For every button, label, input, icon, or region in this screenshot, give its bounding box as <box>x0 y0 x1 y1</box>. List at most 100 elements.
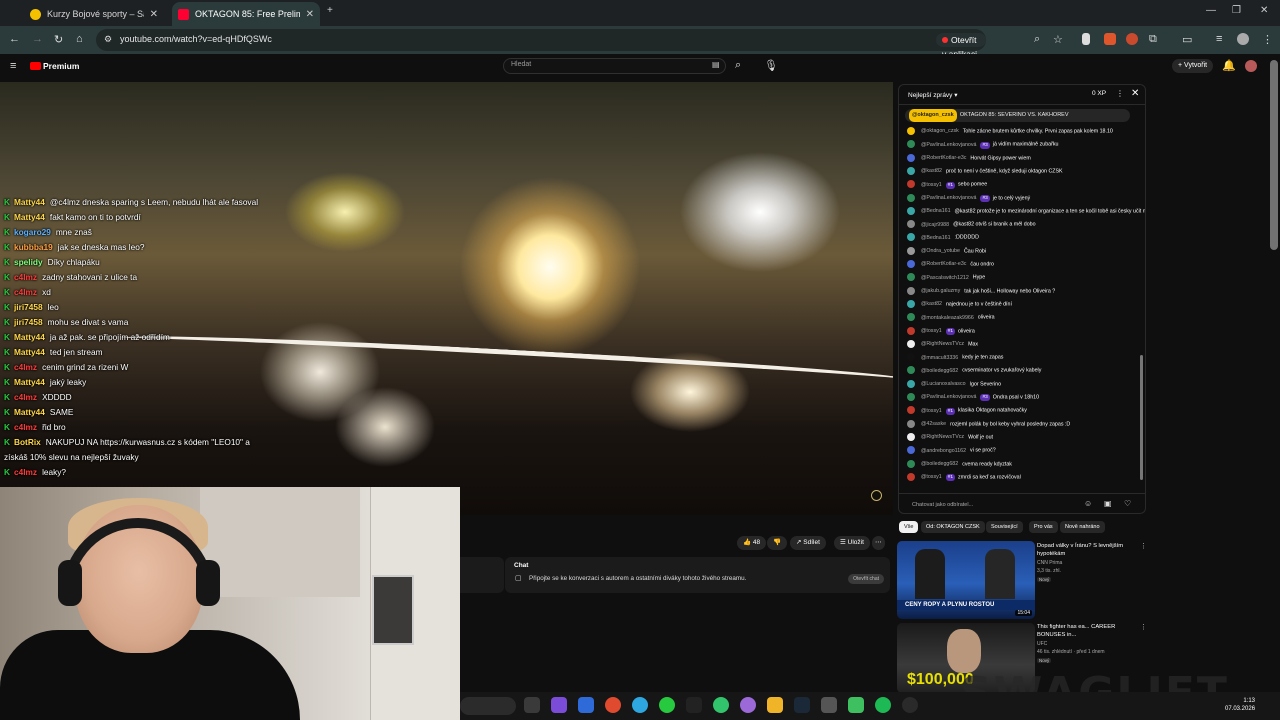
chat-message[interactable]: @Bedna161:DDDDDD <box>907 233 979 242</box>
create-button[interactable]: + Vytvořit <box>1172 59 1214 73</box>
obs-icon[interactable] <box>740 697 756 713</box>
maximize-icon[interactable]: ❐ <box>1232 5 1241 16</box>
microphone-icon[interactable]: 🎙 <box>764 59 778 72</box>
chat-message[interactable]: @andrebongo1162 vi se proč? <box>907 446 996 455</box>
youtube-logo-icon[interactable] <box>30 62 41 70</box>
telegram-icon[interactable] <box>632 697 648 713</box>
chat-author[interactable]: @RobertKotlar-e3c <box>921 261 966 267</box>
chat-message[interactable]: @RobertKotlar-e3c čau ondro <box>907 260 994 268</box>
save-button[interactable]: ☰ Uložit <box>834 536 870 550</box>
chat-message[interactable]: @RobertKotlar-e3c Horvát Gipsy power wiem <box>907 153 1031 162</box>
chat-avatar[interactable] <box>907 180 915 189</box>
chat-message[interactable]: @jicajr9988 @kast82 otvíš si branik a měl… <box>907 220 1036 229</box>
close-chat-icon[interactable]: ✕ <box>1131 88 1139 99</box>
chat-author[interactable]: @Pascalswitch1212 <box>921 275 969 281</box>
whatsapp-icon[interactable] <box>659 697 675 713</box>
extensions-puzzle-icon[interactable]: ⧉ <box>1149 33 1157 46</box>
chat-message[interactable]: @oktagon_czsk Tohle zácne brutem kůrtke c… <box>907 127 1113 135</box>
forward-icon[interactable]: → <box>32 33 43 45</box>
chat-avatar[interactable] <box>907 193 915 202</box>
chat-message[interactable]: @RightNewsTVcz Wolf je out <box>907 432 993 441</box>
chat-author[interactable]: @montakaleazak9966 <box>921 315 974 321</box>
chat-mode-dropdown[interactable]: Nejlepší zprávy ▾ <box>908 91 958 99</box>
capcut-icon[interactable] <box>686 697 702 713</box>
chat-avatar[interactable] <box>907 353 915 362</box>
chat-message[interactable]: @kast82 najednou je to v češtině díní <box>907 299 1012 308</box>
media-controls-icon[interactable]: ≡ <box>1216 33 1222 45</box>
pinned-message[interactable]: @oktagon_czsk OKTAGON 85: SEVERINO VS. K… <box>905 109 1130 122</box>
search-input[interactable]: Hledat ▤ <box>503 58 726 74</box>
heart-reaction-icon[interactable]: ♡ <box>1124 499 1131 508</box>
video-player[interactable] <box>0 82 893 515</box>
chat-message[interactable]: @boiledegg682 cvserminator vs zvukařový k… <box>907 366 1041 375</box>
chat-avatar[interactable] <box>907 286 915 295</box>
chat-avatar[interactable] <box>907 379 915 388</box>
chip-from-channel[interactable]: Od: OKTAGON CZSK <box>921 521 985 533</box>
chat-message[interactable]: @PavlinaLenkovjanová #3 je to celý vyjený <box>907 193 1030 202</box>
chat-author[interactable]: @RobertKotlar-e3c <box>921 155 966 161</box>
browser-menu-icon[interactable]: ⋮ <box>1262 33 1273 46</box>
app-icon[interactable] <box>848 697 864 713</box>
app-icon[interactable] <box>902 697 918 713</box>
chip-all[interactable]: Vše <box>899 521 919 533</box>
side-panel-icon[interactable]: ▭ <box>1182 33 1192 46</box>
profile-avatar-icon[interactable] <box>1237 33 1249 45</box>
address-bar[interactable]: ⚙ youtube.com/watch?v=ed-qHDfQSWc Otevří… <box>96 29 1063 59</box>
chat-author[interactable]: @tossy1 <box>921 328 942 334</box>
task-view-icon[interactable] <box>524 697 540 713</box>
chat-avatar[interactable] <box>907 406 915 415</box>
chat-author[interactable]: @RightNewsTVcz <box>921 434 964 440</box>
chat-avatar[interactable] <box>907 326 915 335</box>
chat-avatar[interactable] <box>907 166 915 175</box>
related-video-title[interactable]: Dopad války v Íránu? S levnějším hypoték… <box>1037 542 1137 558</box>
chat-author[interactable]: @42saske <box>921 421 946 427</box>
chat-author[interactable]: @andrebongo1162 <box>921 448 966 454</box>
chat-author[interactable]: @PavlinaLenkovjanová <box>921 394 976 400</box>
open-in-app-button[interactable]: Otevřít v aplikaci <box>936 33 986 59</box>
extension-icon[interactable] <box>1082 33 1090 45</box>
settings-icon[interactable] <box>821 697 837 713</box>
chat-author[interactable]: @mmacult3336 <box>921 355 958 361</box>
more-actions-icon[interactable]: ⋯ <box>872 536 885 550</box>
account-avatar[interactable] <box>1245 60 1257 72</box>
extension-icon[interactable] <box>1104 33 1116 45</box>
extension-icon[interactable] <box>1126 33 1138 45</box>
chrome-icon[interactable] <box>605 697 621 713</box>
video-menu-icon[interactable]: ⋮ <box>1140 623 1147 631</box>
chat-scrollbar[interactable] <box>1140 355 1143 480</box>
chat-message[interactable]: @tossy1 #1 sebo pomee <box>907 180 987 189</box>
emoji-icon[interactable]: ☺ <box>1084 499 1092 508</box>
discord-icon[interactable] <box>551 697 567 713</box>
chat-message[interactable]: @tossy1 #1 zmrdi sa keď sa rozvíčoval <box>907 472 1021 482</box>
site-info-icon[interactable]: ⚙ <box>104 34 112 45</box>
chat-avatar[interactable] <box>907 220 915 229</box>
related-video-channel[interactable]: CNN Prima <box>1037 560 1137 567</box>
chat-author[interactable]: @Bedna161 <box>921 235 951 241</box>
related-video-thumbnail[interactable]: CENY ROPY A PLYNU ROSTOU 15:04 <box>897 541 1035 619</box>
chat-author[interactable]: @tossy1 <box>921 474 942 480</box>
chat-message[interactable]: @Bedna161 @kast82 protože je to mezinárod… <box>907 206 1145 215</box>
file-explorer-icon[interactable] <box>767 697 783 713</box>
chat-author[interactable]: @Bedna161 <box>921 208 951 214</box>
chat-message[interactable]: @Pascalswitch1212 Hype <box>907 273 985 282</box>
chat-avatar[interactable] <box>907 446 915 455</box>
chat-author[interactable]: @Lucianoxalvasco <box>921 381 966 387</box>
chat-avatar[interactable] <box>907 432 915 441</box>
youtube-premium-logo[interactable]: Premium <box>43 61 79 71</box>
chat-avatar[interactable] <box>907 299 915 308</box>
tab-betting[interactable]: Kurzy Bojové sporty – Sázky na ✕ <box>24 2 164 26</box>
minimize-icon[interactable]: — <box>1206 5 1216 16</box>
chat-author[interactable]: @kast82 <box>921 301 942 307</box>
chat-message[interactable]: @montakaleazak9966 oliveira <box>907 313 995 322</box>
chat-avatar[interactable] <box>907 273 915 282</box>
notifications-bell-icon[interactable]: 🔔 <box>1222 59 1236 72</box>
chat-message[interactable]: @jakub.galuzmy tak jak hoši... Holloway n… <box>907 286 1055 295</box>
tab-oktagon[interactable]: OKTAGON 85: Free Prelims ✕ <box>172 2 320 26</box>
chat-menu-icon[interactable]: ⋮ <box>1116 89 1124 98</box>
chat-input[interactable]: Chatovat jako odbíratel... ☺ ▣ ♡ <box>899 493 1145 513</box>
chat-avatar[interactable] <box>907 140 915 149</box>
dislike-button[interactable]: 👎 <box>767 536 788 550</box>
open-chat-button[interactable]: Otevřít chat <box>848 574 884 584</box>
chat-author[interactable]: @Ondra_yotube <box>921 248 960 254</box>
chat-message[interactable]: @PavlinaLenkovjanová #3 já vidím maximálně… <box>907 140 1058 149</box>
